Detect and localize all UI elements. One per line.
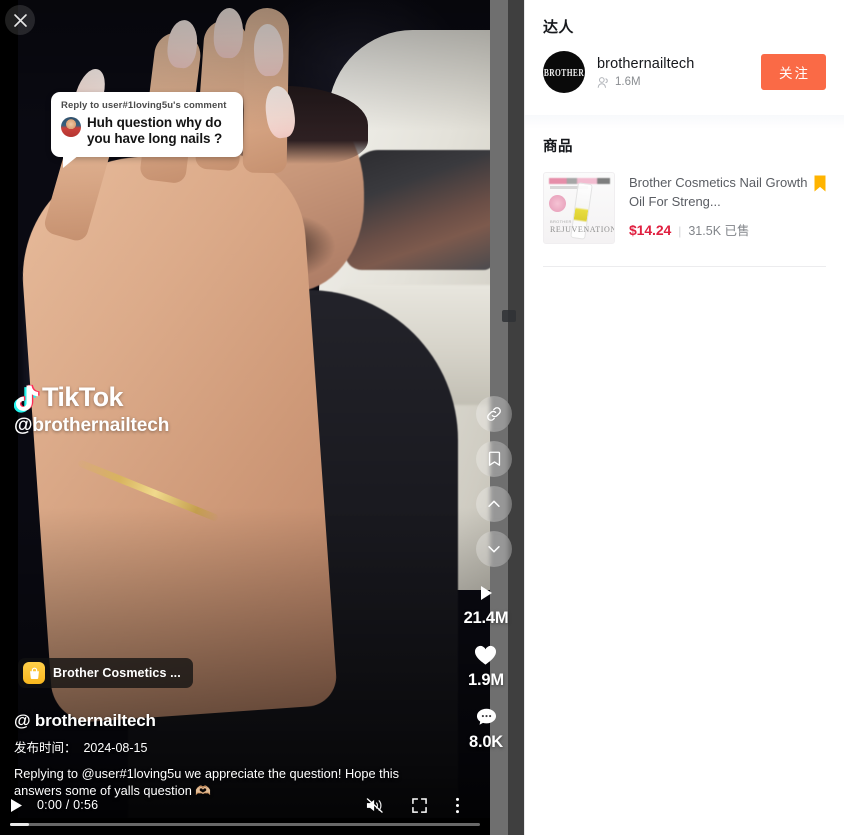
section-separator <box>525 115 844 129</box>
muted-volume-icon <box>366 797 383 813</box>
reply-comment-avatar <box>61 116 81 137</box>
publish-date: 2024-08-15 <box>83 741 148 755</box>
more-options-button[interactable] <box>455 797 460 814</box>
chevron-down-icon-button[interactable] <box>476 531 512 567</box>
followers-icon <box>597 76 608 88</box>
play-icon <box>476 580 496 606</box>
video-publish-time: 发布时间： 2024-08-15 <box>14 737 446 756</box>
goods-list-item[interactable]: BROTHER REJUVENATION. Brother Cosmetics … <box>543 172 826 244</box>
reply-comment-text: Huh question why do you have long nails … <box>87 114 223 147</box>
publish-label: 发布时间： <box>14 741 77 755</box>
video-stats-column: 21.4M 1.9M 8.0K <box>458 580 514 766</box>
product-tag-label: Brother Cosmetics ... <box>53 666 181 680</box>
fullscreen-icon <box>412 797 427 813</box>
video-progress-bar[interactable] <box>10 823 480 826</box>
bookmark-icon <box>488 451 500 466</box>
reply-comment-bubble: Reply to user#1loving5u's comment Huh qu… <box>51 92 243 167</box>
stat-views-value: 21.4M <box>463 609 509 627</box>
goods-separator: | <box>678 224 682 238</box>
heart-icon <box>474 642 497 668</box>
video-time-display: 0:00 / 0:56 <box>37 798 99 812</box>
stat-comments-value: 8.0K <box>468 733 504 751</box>
product-tag-pill[interactable]: Brother Cosmetics ... <box>18 658 193 688</box>
stat-views: 21.4M <box>464 580 509 628</box>
stat-likes-value: 1.9M <box>468 671 504 689</box>
goods-list-divider <box>543 266 826 267</box>
goods-sold-count: 31.5K 已售 <box>688 224 750 238</box>
video-author-handle[interactable]: @ brothernailtech <box>14 711 446 731</box>
avatar-brand-text: BROTHER <box>543 65 585 79</box>
goods-thumb-badge <box>549 195 566 212</box>
author-section: 达人 BROTHER brothernailtech 1.6M 关注 <box>525 0 844 93</box>
chevron-up-icon-button[interactable] <box>476 486 512 522</box>
author-name[interactable]: brothernailtech <box>597 56 761 72</box>
video-detail-page: Reply to user#1loving5u's comment Huh qu… <box>0 0 844 835</box>
video-meta: @ brothernailtech 发布时间： 2024-08-15 Reply… <box>14 711 446 799</box>
follow-button[interactable]: 关注 <box>761 54 826 90</box>
author-row: BROTHER brothernailtech 1.6M 关注 <box>543 51 826 93</box>
shopping-bag-icon <box>23 662 45 684</box>
chevron-up-icon <box>488 500 500 508</box>
goods-thumb-brand-text: BROTHER <box>550 219 572 224</box>
video-player-pane: Reply to user#1loving5u's comment Huh qu… <box>0 0 524 835</box>
gutter-glyph-icon <box>502 310 516 322</box>
author-section-title: 达人 <box>543 19 574 36</box>
goods-thumbnail[interactable]: BROTHER REJUVENATION. <box>543 172 615 244</box>
play-button[interactable] <box>10 798 23 813</box>
goods-section: 商品 BROTHER REJUVENATION. Brother Cosmeti… <box>525 129 844 267</box>
close-button[interactable] <box>5 5 35 35</box>
mute-toggle-button[interactable] <box>365 797 384 814</box>
chevron-down-icon <box>488 545 500 553</box>
bookmark-icon-button[interactable] <box>476 441 512 477</box>
goods-section-title: 商品 <box>543 139 573 155</box>
goods-thumb-main-text: REJUVENATION. <box>550 225 615 234</box>
video-progress-fill <box>10 823 29 826</box>
fullscreen-button[interactable] <box>412 797 427 813</box>
link-icon <box>487 407 501 421</box>
kebab-menu-icon <box>456 797 459 813</box>
stat-likes[interactable]: 1.9M <box>468 642 504 690</box>
comment-icon <box>476 704 497 730</box>
goods-price: $14.24 <box>629 222 672 238</box>
video-action-rail <box>476 396 512 567</box>
author-fans: 1.6M <box>597 76 761 89</box>
video-controls-bar: 0:00 / 0:56 <box>0 792 490 818</box>
video-info-panel: 达人 BROTHER brothernailtech 1.6M 关注 商品 BR… <box>524 0 844 835</box>
reply-comment-header: Reply to user#1loving5u's comment <box>61 100 227 111</box>
goods-name[interactable]: Brother Cosmetics Nail Growth Oil For St… <box>629 173 808 211</box>
author-avatar[interactable]: BROTHER <box>543 51 585 93</box>
stat-comments[interactable]: 8.0K <box>469 704 503 752</box>
close-icon <box>13 13 27 27</box>
author-fans-count: 1.6M <box>615 76 641 88</box>
link-icon-button[interactable] <box>476 396 512 432</box>
bookmark-flag-icon[interactable] <box>814 175 826 197</box>
